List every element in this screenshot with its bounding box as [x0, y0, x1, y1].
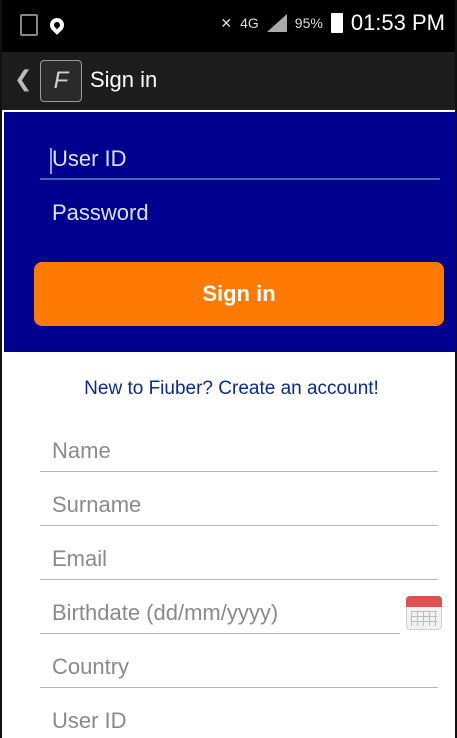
create-account-link[interactable]: New to Fiuber? Create an account! [4, 378, 455, 400]
birthdate-field[interactable]: Birthdate (dd/mm/yyyy) [40, 594, 400, 634]
name-placeholder: Name [52, 438, 111, 463]
surname-field[interactable]: Surname [40, 486, 438, 526]
birthdate-placeholder: Birthdate (dd/mm/yyyy) [52, 600, 279, 625]
page-title: Sign in [90, 67, 158, 92]
status-bar: ✕ 4G 95% 01:53 PM [2, 0, 455, 52]
register-panel: New to Fiuber? Create an account! Name S… [4, 352, 455, 738]
battery-level: 95% [294, 15, 323, 31]
clock: 01:53 PM [350, 10, 445, 35]
login-panel: User ID Password Sign in [4, 112, 455, 352]
email-placeholder: Email [52, 546, 108, 571]
password-placeholder: Password [52, 200, 149, 225]
notification-icon [20, 14, 38, 36]
status-right: ✕ 4G 95% 01:53 PM [220, 10, 445, 36]
location-icon [47, 15, 67, 35]
battery-icon [330, 13, 343, 33]
register-user-id-placeholder: User ID [52, 708, 127, 733]
mute-icon: ✕ [220, 14, 233, 31]
country-placeholder: Country [52, 654, 130, 679]
status-left [20, 14, 67, 36]
network-type: 4G [240, 15, 259, 31]
sign-in-button[interactable]: Sign in [34, 262, 444, 326]
calendar-header [406, 596, 442, 607]
surname-placeholder: Surname [52, 492, 142, 517]
chevron-left-icon[interactable]: ❮ [14, 66, 32, 92]
register-user-id-field[interactable]: User ID [40, 702, 438, 738]
user-id-placeholder: User ID [52, 146, 127, 171]
email-field[interactable]: Email [40, 540, 438, 580]
calendar-icon[interactable] [406, 596, 442, 630]
calendar-grid [411, 611, 437, 626]
app-screen: ✕ 4G 95% 01:53 PM ❮ F Sign in User ID Pa… [0, 0, 457, 738]
user-id-field[interactable]: User ID [40, 140, 440, 180]
country-field[interactable]: Country [40, 648, 438, 688]
app-logo-icon[interactable]: F [40, 60, 82, 102]
action-bar: ❮ F Sign in [2, 52, 455, 110]
signal-icon [266, 14, 287, 32]
name-field[interactable]: Name [40, 432, 438, 472]
password-field[interactable]: Password [40, 194, 440, 234]
